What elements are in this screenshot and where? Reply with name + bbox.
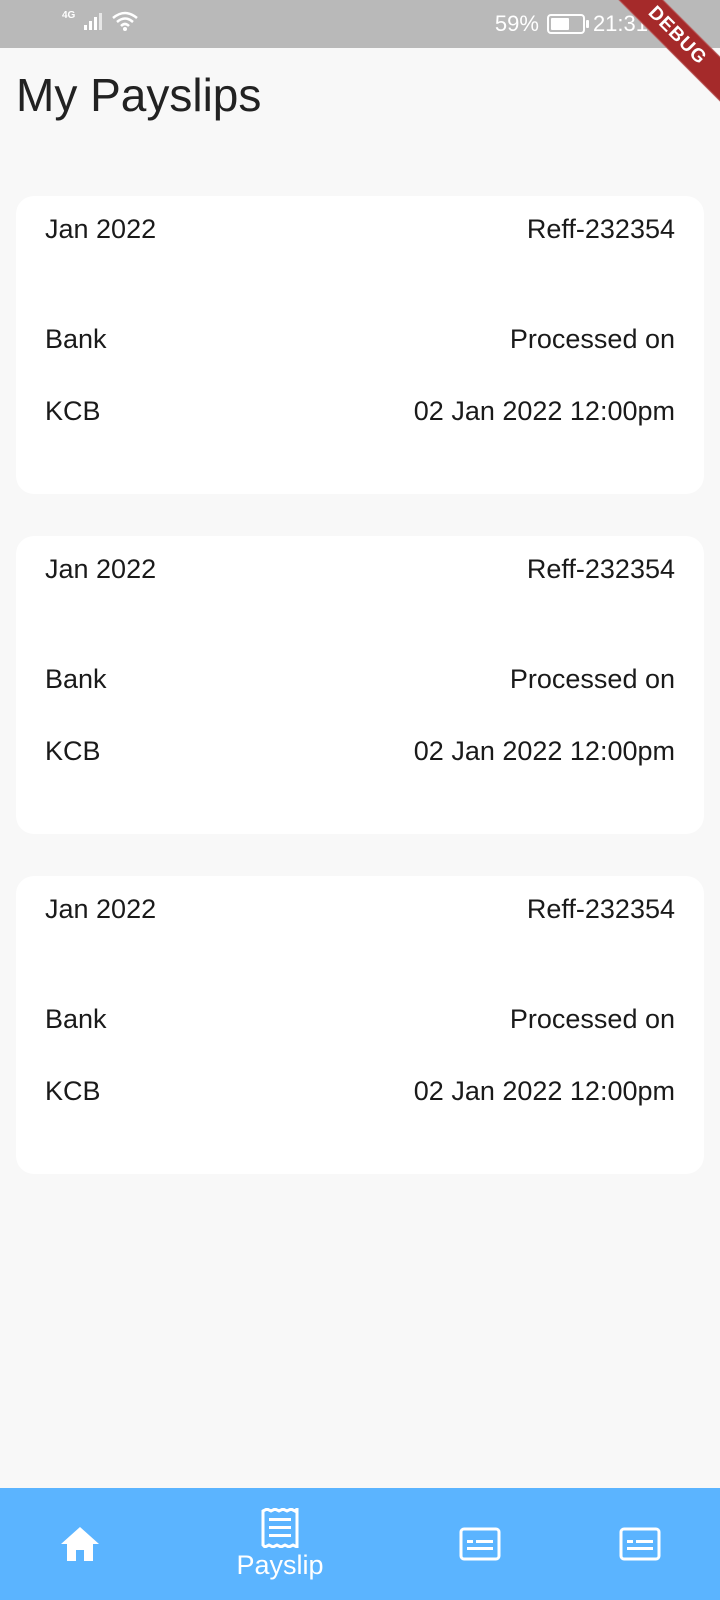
status-right: 59% 21:31 [495, 11, 648, 37]
payslip-period: Jan 2022 [45, 894, 157, 924]
payslip-list: Jan 2022 Reff-232354 Bank Processed on K… [16, 196, 704, 1216]
payslip-label-row: Bank Processed on [45, 664, 675, 695]
battery-icon [546, 14, 589, 34]
nav-item-4[interactable] [560, 1488, 720, 1600]
payslip-period: Jan 2022 [45, 214, 157, 244]
payslip-label-row: Bank Processed on [45, 324, 675, 355]
network-type-label: 4G [62, 9, 76, 21]
payslip-period: Jan 2022 [45, 554, 157, 584]
payslip-value-row: KCB 02 Jan 2022 12:00pm [45, 396, 675, 427]
payslip-card[interactable]: Jan 2022 Reff-232354 Bank Processed on K… [16, 536, 704, 834]
nav-home[interactable] [0, 1488, 160, 1600]
payslip-reference: Reff-232354 [526, 894, 675, 924]
bank-label: Bank [45, 1004, 107, 1034]
page-title: My Payslips [16, 69, 262, 121]
payslip-card[interactable]: Jan 2022 Reff-232354 Bank Processed on K… [16, 196, 704, 494]
bank-label: Bank [45, 664, 107, 694]
card-icon [459, 1527, 501, 1561]
payslip-header-row: Jan 2022 Reff-232354 [45, 214, 675, 245]
status-left: 4G [62, 10, 139, 32]
bank-value: KCB [45, 1076, 101, 1106]
processed-label: Processed on [509, 664, 675, 694]
wifi-icon [112, 11, 139, 31]
nav-payslip-label: Payslip [236, 1549, 324, 1580]
nav-item-3[interactable] [400, 1488, 560, 1600]
battery-percent: 59% [494, 11, 539, 36]
bank-value: KCB [45, 396, 101, 426]
payslip-label-row: Bank Processed on [45, 1004, 675, 1035]
bank-label: Bank [45, 324, 107, 354]
home-icon [61, 1527, 99, 1561]
processed-label: Processed on [509, 324, 675, 354]
payslip-reference: Reff-232354 [526, 554, 675, 584]
payslip-value-row: KCB 02 Jan 2022 12:00pm [45, 736, 675, 767]
payslip-card[interactable]: Jan 2022 Reff-232354 Bank Processed on K… [16, 876, 704, 1174]
battery-fill [550, 18, 569, 30]
payslip-value-row: KCB 02 Jan 2022 12:00pm [45, 1076, 675, 1107]
processed-date: 02 Jan 2022 12:00pm [413, 1076, 675, 1106]
processed-date: 02 Jan 2022 12:00pm [413, 396, 675, 426]
processed-label: Processed on [509, 1004, 675, 1034]
nav-payslip[interactable]: Payslip [200, 1488, 360, 1600]
bank-value: KCB [45, 736, 101, 766]
signal-icon [84, 13, 103, 30]
status-bar: 4G 59% 21:31 [0, 0, 720, 48]
card-icon [619, 1527, 661, 1561]
bottom-navigation: Payslip [0, 1488, 720, 1600]
processed-date: 02 Jan 2022 12:00pm [413, 736, 675, 766]
payslip-reference: Reff-232354 [526, 214, 675, 244]
payslip-header-row: Jan 2022 Reff-232354 [45, 554, 675, 585]
receipt-icon [261, 1507, 299, 1548]
payslip-header-row: Jan 2022 Reff-232354 [45, 894, 675, 925]
